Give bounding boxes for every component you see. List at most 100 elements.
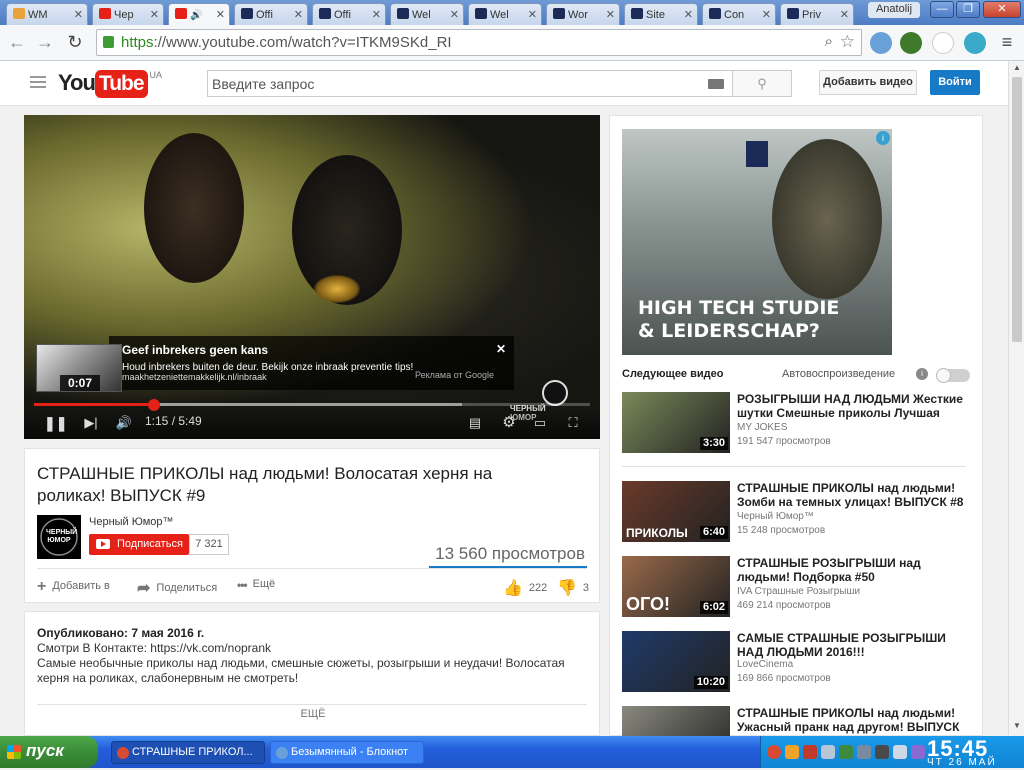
extension-globe-icon[interactable] bbox=[900, 32, 922, 54]
scroll-down-arrow-icon[interactable]: ▼ bbox=[1009, 721, 1024, 730]
fullscreen-icon[interactable]: ⛶ bbox=[562, 413, 584, 433]
browser-tab[interactable]: Offi ✕ bbox=[234, 3, 308, 25]
channel-name[interactable]: Черный Юмор™ bbox=[89, 516, 174, 528]
browser-tab[interactable]: Con ✕ bbox=[702, 3, 776, 25]
reload-icon[interactable]: ↻ bbox=[64, 32, 86, 54]
browser-tab[interactable]: Чер ✕ bbox=[92, 3, 164, 25]
sidebar-ad-banner[interactable]: i HIGH TECH STUDIE & LEIDERSCHAP? bbox=[622, 129, 892, 355]
extension-link-icon[interactable] bbox=[870, 32, 892, 54]
scroll-thumb[interactable] bbox=[1012, 77, 1022, 342]
more-actions-button[interactable]: ••• Ещё bbox=[237, 578, 275, 592]
network-tray-icon[interactable] bbox=[839, 745, 853, 759]
usb-tray-icon[interactable] bbox=[857, 745, 871, 759]
zoom-icon[interactable]: ⌕ bbox=[825, 33, 833, 50]
share-button[interactable]: ➦ Поделиться bbox=[137, 578, 217, 598]
youtube-logo[interactable]: You Tube UA bbox=[58, 70, 162, 98]
ad-title[interactable]: Geef inbrekers geen kans bbox=[122, 343, 268, 357]
recommended-title[interactable]: РОЗЫГРЫШИ НАД ЛЮДЬМИ Жесткие шутки Смешн… bbox=[737, 392, 969, 420]
tab-close-icon[interactable]: ✕ bbox=[840, 8, 849, 21]
taskbar-notepad-window[interactable]: Безымянный - Блокнот bbox=[270, 741, 424, 764]
browser-tab[interactable]: Wel ✕ bbox=[468, 3, 542, 25]
chrome-menu-icon[interactable]: ≡ bbox=[996, 32, 1018, 54]
show-more-button[interactable]: ЕЩЁ bbox=[25, 708, 601, 720]
progress-bar[interactable] bbox=[34, 399, 590, 411]
volume-tray-icon[interactable] bbox=[821, 745, 835, 759]
like-button[interactable]: 👍 222 bbox=[503, 578, 547, 598]
browser-tab[interactable]: Site ✕ bbox=[624, 3, 698, 25]
next-icon[interactable]: ▶| bbox=[80, 413, 102, 433]
recommended-video[interactable]: 3:30 РОЗЫГРЫШИ НАД ЛЮДЬМИ Жесткие шутки С… bbox=[622, 392, 972, 456]
browser-tab[interactable]: Wel ✕ bbox=[390, 3, 464, 25]
captions-icon[interactable]: ▤ bbox=[464, 413, 486, 433]
ad-url[interactable]: maakhetzeniettemakkelijk.nl/inbraak bbox=[122, 372, 267, 382]
recommended-video[interactable]: ПРИКОЛЫ 6:40 СТРАШНЫЕ ПРИКОЛЫ над людьми! … bbox=[622, 481, 972, 545]
tab-close-icon[interactable]: ✕ bbox=[150, 8, 159, 21]
description-link-line[interactable]: Смотри В Контакте: https://vk.com/nopran… bbox=[37, 641, 271, 655]
channel-avatar[interactable]: ЧЕРНЫЙ ЮМОР bbox=[37, 515, 81, 559]
signal-tray-icon[interactable] bbox=[893, 745, 907, 759]
chrome-tray-icon[interactable] bbox=[767, 745, 781, 759]
theater-mode-icon[interactable]: ▭ bbox=[529, 413, 551, 433]
volume-icon[interactable]: 🔊 bbox=[113, 413, 135, 433]
browser-tab[interactable]: Offi ✕ bbox=[312, 3, 386, 25]
browser-tab[interactable]: Wor ✕ bbox=[546, 3, 620, 25]
speaker-tray-icon[interactable] bbox=[875, 745, 889, 759]
subscribe-button[interactable]: Подписаться bbox=[89, 534, 189, 555]
recommended-title[interactable]: САМЫЕ СТРАШНЫЕ РОЗЫГРЫШИ НАД ЛЮДЬМИ 2016… bbox=[737, 631, 969, 659]
guide-menu-icon[interactable] bbox=[30, 76, 46, 90]
signin-button[interactable]: Войти bbox=[930, 70, 980, 95]
tab-close-icon[interactable]: ✕ bbox=[74, 8, 83, 21]
video-thumbnail[interactable]: ПРИКОЛЫ 6:40 bbox=[622, 481, 730, 542]
tab-close-icon[interactable]: ✕ bbox=[684, 8, 693, 21]
keyboard-icon[interactable] bbox=[708, 79, 724, 89]
extension-search-icon[interactable] bbox=[932, 32, 954, 54]
tab-close-icon[interactable]: ✕ bbox=[450, 8, 459, 21]
lightning-tray-icon[interactable] bbox=[785, 745, 799, 759]
tab-close-icon[interactable]: ✕ bbox=[216, 8, 225, 21]
minimize-button[interactable]: — bbox=[930, 1, 954, 18]
browser-tab[interactable]: 🔊 ✕ bbox=[168, 3, 230, 26]
recommended-title[interactable]: СТРАШНЫЕ РОЗЫГРЫШИ над людьми! Подборка … bbox=[737, 556, 969, 584]
page-scrollbar[interactable]: ▲ ▼ bbox=[1008, 61, 1024, 735]
info-icon[interactable]: i bbox=[916, 368, 928, 380]
extension-ghost-icon[interactable] bbox=[964, 32, 986, 54]
search-button[interactable]: ⚲ bbox=[732, 70, 792, 97]
bookmark-star-icon[interactable]: ☆ bbox=[840, 32, 855, 52]
back-arrow-icon[interactable]: ← bbox=[6, 32, 28, 54]
tab-close-icon[interactable]: ✕ bbox=[606, 8, 615, 21]
video-thumbnail[interactable]: 10:20 bbox=[622, 631, 730, 692]
recommended-video[interactable]: 10:20 САМЫЕ СТРАШНЫЕ РОЗЫГРЫШИ НАД ЛЮДЬМИ… bbox=[622, 631, 972, 695]
browser-tab[interactable]: Priv ✕ bbox=[780, 3, 854, 25]
browser-tab[interactable]: WM ✕ bbox=[6, 3, 88, 25]
taskbar-chrome-window[interactable]: СТРАШНЫЕ ПРИКОЛ... bbox=[111, 741, 265, 764]
media-tray-icon[interactable] bbox=[803, 745, 817, 759]
forward-arrow-icon[interactable]: → bbox=[34, 32, 56, 54]
tab-close-icon[interactable]: ✕ bbox=[762, 8, 771, 21]
maximize-button[interactable]: ❐ bbox=[956, 1, 980, 18]
add-to-button[interactable]: + Добавить в bbox=[37, 578, 110, 596]
tab-close-icon[interactable]: ✕ bbox=[294, 8, 303, 21]
autoplay-toggle[interactable] bbox=[936, 368, 970, 383]
tab-close-icon[interactable]: ✕ bbox=[528, 8, 537, 21]
address-bar[interactable]: https://www.youtube.com/watch?v=ITKM9SKd… bbox=[96, 29, 862, 56]
start-button[interactable]: пуск bbox=[0, 736, 98, 768]
overlay-ad[interactable]: Geef inbrekers geen kans Houd inbrekers … bbox=[109, 336, 514, 390]
pen-tray-icon[interactable] bbox=[911, 745, 925, 759]
dislike-button[interactable]: 👎 3 bbox=[557, 578, 589, 598]
recommended-video[interactable]: ОГО! 6:02 СТРАШНЫЕ РОЗЫГРЫШИ над людьми! П… bbox=[622, 556, 972, 620]
close-window-button[interactable]: ✕ bbox=[983, 1, 1021, 18]
search-input[interactable]: Введите запрос bbox=[207, 70, 733, 97]
close-icon[interactable]: ✕ bbox=[496, 342, 506, 356]
scroll-up-arrow-icon[interactable]: ▲ bbox=[1009, 63, 1024, 72]
video-player[interactable]: Geef inbrekers geen kans Houd inbrekers … bbox=[24, 115, 600, 439]
settings-gear-icon[interactable]: ⚙ bbox=[498, 413, 520, 433]
video-thumbnail[interactable]: 3:30 bbox=[622, 392, 730, 453]
upload-button[interactable]: Добавить видео bbox=[819, 70, 917, 95]
video-thumbnail[interactable]: ОГО! 6:02 bbox=[622, 556, 730, 617]
adchoices-icon[interactable]: i bbox=[876, 131, 890, 145]
tab-close-icon[interactable]: ✕ bbox=[372, 8, 381, 21]
recommended-title[interactable]: СТРАШНЫЕ ПРИКОЛЫ над людьми! Ужасный пра… bbox=[737, 706, 969, 734]
pause-icon[interactable]: ❚❚ bbox=[44, 413, 67, 433]
profile-name[interactable]: Anatolij bbox=[868, 2, 920, 18]
recommended-title[interactable]: СТРАШНЫЕ ПРИКОЛЫ над людьми! Зомби на те… bbox=[737, 481, 969, 509]
